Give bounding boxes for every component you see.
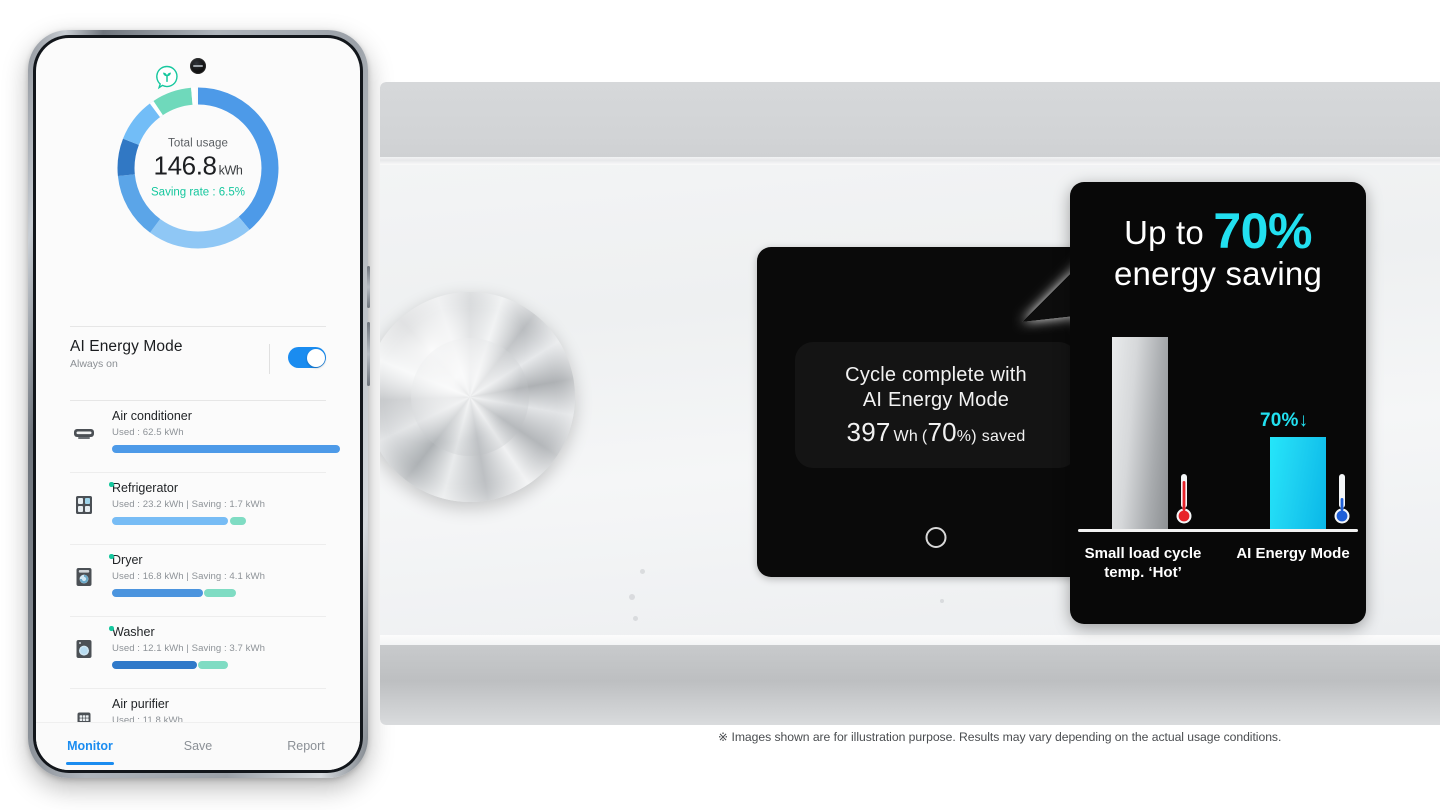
washer-base-panel — [380, 645, 1440, 725]
bar-data-label-ai: 70%↓ — [1260, 410, 1309, 431]
paren-close: ) — [971, 427, 977, 445]
callout-headline-line2: energy saving — [1113, 255, 1323, 292]
display-saved-line: 397 Wh (70%) saved — [847, 417, 1026, 448]
usage-bar-used — [112, 445, 340, 453]
power-button[interactable] — [367, 322, 370, 386]
tab-monitor[interactable]: Monitor — [36, 739, 144, 755]
donut-center-readout: Total usage 146.8 kWh Saving rate : 6.5% — [123, 138, 273, 199]
total-usage-value: 146.8 kWh — [123, 151, 273, 182]
usage-bar-saved — [204, 589, 236, 597]
appliance-meta: Used : 16.8 kWh | Saving : 4.1 kWh — [112, 571, 265, 582]
energy-comparison-bar-chart: 70%↓ Small load cycle temp. ‘Hot’ AI Ene… — [1070, 337, 1366, 582]
saving-rate-text: Saving rate : 6.5% — [151, 186, 245, 199]
display-line-1: Cycle complete with — [845, 363, 1027, 386]
saved-amount: 397 — [846, 416, 891, 447]
display-line-2: AI Energy Mode — [862, 388, 1010, 411]
energy-donut-chart: Total usage 146.8 kWh Saving rate : 6.5% — [36, 84, 360, 314]
appliance-list: Air conditioner Used : 62.5 kWh Refriger… — [70, 401, 340, 761]
chart-category-labels: Small load cycle temp. ‘Hot’ AI Energy M… — [1070, 544, 1366, 582]
usage-bar-used — [112, 517, 228, 525]
list-item[interactable]: Refrigerator Used : 23.2 kWh | Saving : … — [70, 473, 326, 545]
appliance-meta: Used : 23.2 kWh | Saving : 1.7 kWh — [112, 499, 265, 510]
total-usage-label: Total usage — [168, 137, 228, 150]
washer-top-panel — [380, 82, 1440, 157]
panel-speckle — [640, 569, 645, 574]
ai-energy-mode-toggle[interactable] — [288, 347, 326, 368]
appliance-name: Refrigerator — [112, 481, 178, 495]
usage-bar-used — [112, 661, 197, 669]
saved-percent: 70 — [927, 416, 957, 447]
chart-label-line-1: AI Energy Mode — [1236, 545, 1350, 562]
toggle-divider — [269, 344, 270, 374]
smartthings-energy-screen: Total usage 146.8 kWh Saving rate : 6.5% … — [36, 38, 360, 770]
saved-unit: Wh — [893, 427, 918, 445]
washer-top-edge — [380, 157, 1440, 165]
total-usage-unit: kWh — [218, 163, 243, 178]
usage-bar — [112, 589, 340, 597]
appliance-name: Air purifier — [112, 697, 169, 711]
usage-bar-saved — [198, 661, 228, 669]
tab-save[interactable]: Save — [144, 739, 252, 755]
panel-speckle — [633, 616, 638, 621]
list-item[interactable]: Dryer Used : 16.8 kWh | Saving : 4.1 kWh — [70, 545, 326, 617]
appliance-name: Washer — [112, 625, 155, 639]
list-item[interactable]: Air conditioner Used : 62.5 kWh — [70, 401, 340, 473]
usage-bar-used — [112, 589, 203, 597]
phone-bezel: Total usage 146.8 kWh Saving rate : 6.5% … — [33, 35, 363, 773]
total-usage-number: 146.8 — [153, 150, 217, 181]
usage-bar — [112, 661, 340, 669]
volume-button[interactable] — [367, 266, 370, 308]
appliance-meta: Used : 12.1 kWh | Saving : 3.7 kWh — [112, 643, 265, 654]
energy-saving-callout: Up to 70% energy saving 70%↓ Small load … — [1070, 182, 1366, 624]
bar-ai-energy-mode — [1270, 437, 1326, 529]
callout-percent: 70% — [1213, 203, 1312, 259]
appliance-meta: Used : 62.5 kWh — [112, 427, 184, 438]
power-circle-icon[interactable] — [925, 527, 947, 548]
air-conditioner-icon — [72, 421, 96, 445]
phone-device: Total usage 146.8 kWh Saving rate : 6.5% … — [28, 30, 370, 778]
footnote-disclaimer: ※ Images shown are for illustration purp… — [718, 730, 1282, 744]
bar-small-load-cycle — [1112, 337, 1168, 529]
callout-headline: Up to 70% energy saving — [1070, 206, 1366, 294]
tab-report[interactable]: Report — [252, 739, 360, 755]
toggle-knob — [306, 348, 325, 367]
chart-label-small-load: Small load cycle temp. ‘Hot’ — [1070, 544, 1220, 582]
front-camera-icon — [190, 58, 206, 74]
washer-bottom-edge — [380, 635, 1440, 645]
usage-bar — [112, 517, 340, 525]
bottom-tab-bar: Monitor Save Report — [36, 722, 360, 770]
thermometer-hot-icon — [1174, 472, 1194, 526]
appliance-name: Dryer — [112, 553, 143, 567]
divider-top — [70, 326, 326, 327]
callout-headline-line1: Up to 70% — [1070, 206, 1366, 256]
page-root: Total usage 146.8 kWh Saving rate : 6.5% … — [0, 0, 1440, 810]
active-status-dot — [109, 554, 114, 559]
chart-baseline-axis — [1078, 529, 1358, 532]
leaf-badge-icon — [152, 64, 182, 94]
chart-label-line-2: temp. ‘Hot’ — [1104, 564, 1182, 581]
list-item[interactable]: Washer Used : 12.1 kWh | Saving : 3.7 kW… — [70, 617, 326, 689]
saved-word: saved — [981, 427, 1026, 445]
callout-prefix: Up to — [1124, 214, 1214, 251]
chart-label-ai-energy-mode: AI Energy Mode — [1220, 544, 1366, 582]
panel-speckle — [629, 594, 635, 600]
dryer-icon — [72, 565, 96, 589]
active-status-dot — [109, 626, 114, 631]
usage-bar-saved — [230, 517, 246, 525]
active-status-dot — [109, 482, 114, 487]
washer-icon — [72, 637, 96, 661]
ai-energy-mode-row[interactable]: AI Energy Mode Always on — [70, 338, 326, 394]
refrigerator-icon — [72, 493, 96, 517]
usage-bar — [112, 445, 340, 453]
thermometer-cold-icon — [1332, 472, 1352, 526]
appliance-name: Air conditioner — [112, 409, 192, 423]
percent-sign: % — [956, 427, 972, 445]
chart-label-line-1: Small load cycle — [1084, 545, 1202, 562]
panel-speckle — [940, 599, 944, 603]
